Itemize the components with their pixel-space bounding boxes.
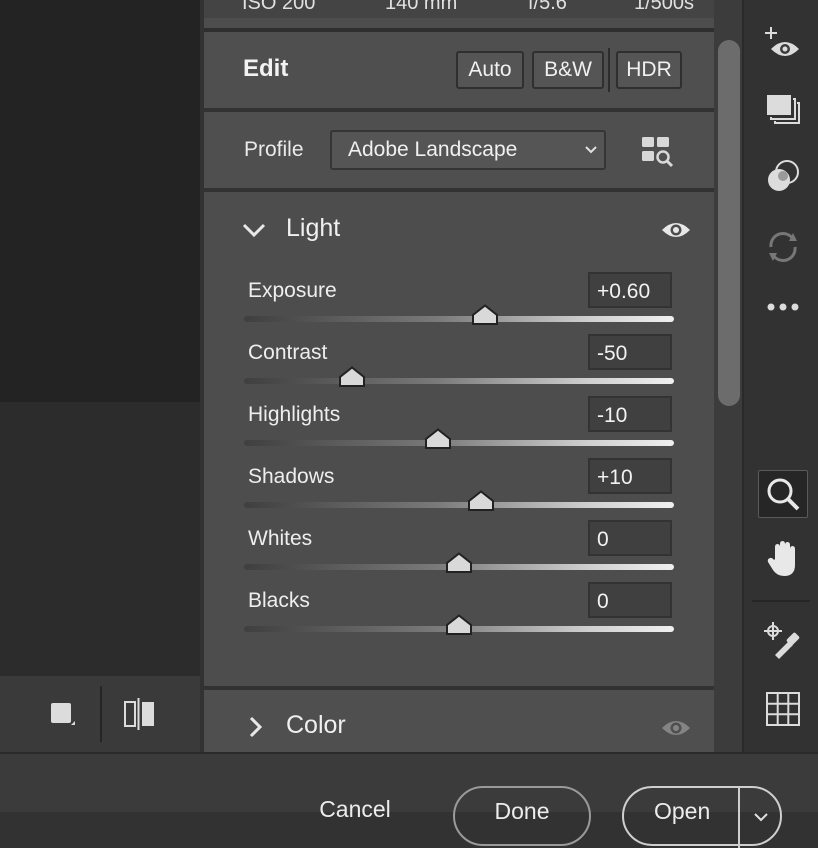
panel-scrollbar[interactable] [718, 40, 740, 406]
more-tools[interactable] [762, 286, 804, 328]
aperture-value: f/5.6 [528, 0, 567, 14]
slider-label-blacks: Blacks [248, 589, 310, 612]
slider-label-highlights: Highlights [248, 403, 341, 426]
mask-icon [768, 160, 799, 191]
exposure-value-field[interactable]: +0.60 [588, 272, 672, 308]
color-section [204, 690, 714, 752]
masking-tool[interactable] [762, 156, 804, 198]
zoom-icon [767, 478, 800, 511]
slider-label-exposure: Exposure [248, 279, 337, 302]
slider-label-whites: Whites [248, 527, 313, 550]
focal-length-value: 140 mm [385, 0, 458, 14]
contrast-slider-thumb[interactable] [338, 366, 366, 388]
contrast-slider-track[interactable] [244, 378, 674, 384]
button-divider [608, 48, 610, 92]
grid-icon [766, 692, 800, 726]
layers-icon [767, 95, 800, 124]
chevron-down-icon[interactable] [240, 216, 268, 244]
chevron-right-icon[interactable] [242, 714, 268, 740]
refresh-icon [769, 232, 797, 262]
hdr-button[interactable]: HDR [616, 51, 682, 89]
iso-value: ISO 200 [242, 0, 316, 14]
auto-button[interactable]: Auto [456, 51, 524, 89]
highlights-slider-thumb[interactable] [424, 428, 452, 450]
add-eye-icon [765, 27, 799, 56]
exposure-slider-thumb[interactable] [471, 304, 499, 326]
whites-slider-thumb[interactable] [445, 552, 473, 574]
zoom-tool[interactable] [758, 470, 808, 518]
done-button[interactable]: Done [453, 786, 591, 846]
exposure-slider-track[interactable] [244, 316, 674, 322]
add-eye-tool[interactable] [762, 24, 804, 66]
shadows-slider-thumb[interactable] [467, 490, 495, 512]
highlights-value-field[interactable]: -10 [588, 396, 672, 432]
color-sampler-icon [764, 622, 800, 659]
whites-value-field[interactable]: 0 [588, 520, 672, 556]
background-options-button[interactable] [44, 694, 80, 734]
chevron-down-icon [585, 146, 597, 154]
presets-tool[interactable] [762, 88, 804, 130]
blacks-slider-thumb[interactable] [445, 614, 473, 636]
blacks-value-field[interactable]: 0 [588, 582, 672, 618]
light-section-title[interactable]: Light [286, 214, 340, 243]
open-button[interactable]: Open [622, 786, 782, 848]
slider-label-contrast: Contrast [248, 341, 328, 364]
slider-label-shadows: Shadows [248, 465, 335, 488]
toolbar-divider [100, 686, 102, 742]
preview-background [0, 402, 200, 676]
chevron-down-icon[interactable] [750, 806, 772, 828]
edit-title: Edit [243, 55, 289, 82]
bw-button[interactable]: B&W [532, 51, 604, 89]
hand-icon [767, 541, 795, 576]
remove-tool[interactable] [762, 226, 804, 268]
eye-icon[interactable] [660, 218, 692, 242]
shutter-speed-value: 1/500s [634, 0, 695, 14]
before-after-button[interactable] [122, 694, 158, 734]
profile-label: Profile [244, 138, 304, 161]
open-button-split [738, 788, 740, 848]
profile-browser-icon[interactable] [640, 134, 676, 168]
eye-icon[interactable] [660, 716, 692, 740]
profile-dropdown-value: Adobe Landscape [348, 138, 518, 161]
grid-overlay-tool[interactable] [762, 688, 804, 730]
more-icon [767, 303, 799, 311]
hand-tool[interactable] [762, 538, 804, 580]
cancel-button[interactable]: Cancel [300, 786, 410, 846]
tools-divider [752, 600, 810, 602]
contrast-value-field[interactable]: -50 [588, 334, 672, 370]
image-preview [0, 0, 200, 402]
square-icon [51, 703, 75, 725]
before-after-icon [124, 698, 154, 730]
color-section-title[interactable]: Color [286, 711, 346, 740]
highlights-slider-track[interactable] [244, 440, 674, 446]
color-sampler-tool[interactable] [762, 620, 804, 662]
shadows-value-field[interactable]: +10 [588, 458, 672, 494]
sidebar-divider [742, 0, 744, 752]
shadows-slider-track[interactable] [244, 502, 674, 508]
